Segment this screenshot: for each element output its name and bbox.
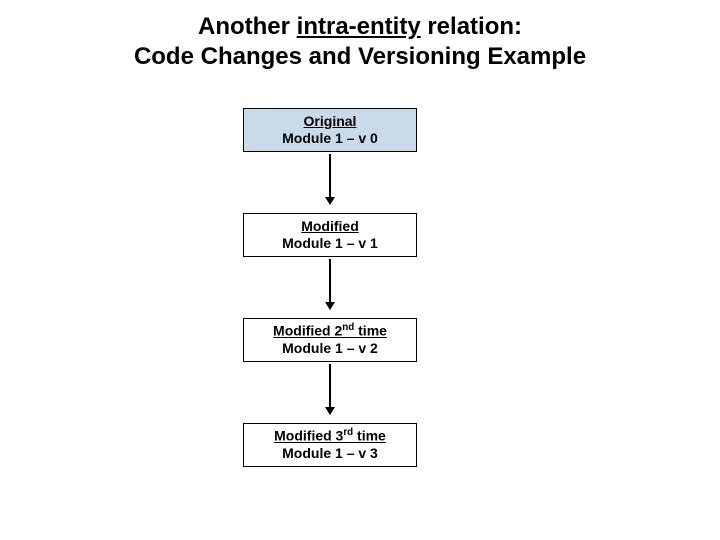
arrow-icon (329, 364, 331, 414)
diagram-title: Another intra-entity relation: Code Chan… (0, 12, 720, 72)
box-label-line2: Module 1 – v 3 (282, 445, 378, 463)
box-modified-v2: Modified 2nd time Module 1 – v 2 (243, 318, 417, 362)
box-label-line2: Module 1 – v 1 (282, 235, 378, 253)
arrow-icon (329, 259, 331, 309)
arrow-icon (329, 154, 331, 204)
box-label-line1: Original (304, 113, 357, 131)
title-line1: Another intra-entity relation: (198, 13, 522, 40)
title-line2: Code Changes and Versioning Example (134, 43, 586, 70)
box-original: Original Module 1 – v 0 (243, 108, 417, 152)
box-label-line1: Modified 2nd time (273, 322, 387, 340)
box-label-line1: Modified 3rd time (274, 427, 386, 445)
box-label-line2: Module 1 – v 2 (282, 340, 378, 358)
box-label-line2: Module 1 – v 0 (282, 130, 378, 148)
box-label-line1: Modified (301, 218, 359, 236)
box-modified-v3: Modified 3rd time Module 1 – v 3 (243, 423, 417, 467)
box-modified-v1: Modified Module 1 – v 1 (243, 213, 417, 257)
